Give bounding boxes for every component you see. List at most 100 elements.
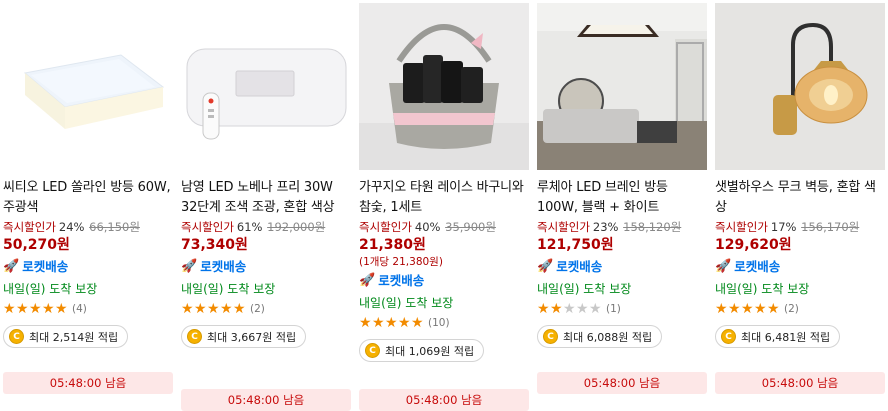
discount-label: 즉시할인가: [359, 220, 412, 234]
original-price: 158,120원: [623, 220, 682, 234]
discount-label: 즉시할인가: [181, 220, 234, 234]
star-icon: ★: [754, 301, 767, 317]
product-title[interactable]: 가꾸지오 타원 레이스 바구니와 참숯, 1세트: [359, 178, 529, 218]
star-icon: ★: [29, 301, 42, 317]
rocket-icon: 🚀: [3, 259, 20, 274]
discount-info: 즉시할인가 24% 66,150원: [3, 219, 173, 236]
wall-lamp-image[interactable]: [715, 3, 885, 170]
star-empty-icon: ★: [589, 301, 602, 317]
coin-icon: C: [543, 329, 558, 344]
product-title[interactable]: 샛별하우스 무크 벽등, 혼합 색상: [715, 178, 885, 218]
sale-price: 121,750원: [537, 237, 614, 253]
discount-info: 즉시할인가 40% 35,900원: [359, 219, 529, 236]
led-panel-remote-image[interactable]: [181, 3, 351, 170]
star-rating: ★ ★ ★ ★ ★ (4): [3, 301, 173, 317]
discount-rate: 17%: [770, 220, 797, 234]
delivery-guarantee: 내일(일) 도착 보장: [181, 282, 276, 296]
review-count: (1): [606, 303, 621, 315]
discount-label: 즉시할인가: [715, 220, 768, 234]
product-card[interactable]: 샛별하우스 무크 벽등, 혼합 색상 즉시할인가 17% 156,170원 129…: [715, 0, 885, 411]
discount-rate: 40%: [414, 220, 441, 234]
countdown-timer: 05:48:00 남음: [715, 372, 885, 394]
rocket-label: 로켓배송: [734, 259, 781, 274]
discount-rate: 24%: [58, 220, 85, 234]
star-icon: ★: [16, 301, 29, 317]
delivery-guarantee: 내일(일) 도착 보장: [537, 282, 632, 296]
star-icon: ★: [411, 315, 424, 331]
discount-rate: 61%: [236, 220, 263, 234]
star-icon: ★: [359, 315, 372, 331]
review-count: (10): [428, 317, 450, 329]
star-rating: ★ ★ ★ ★ ★ (2): [181, 301, 351, 317]
discount-info: 즉시할인가 17% 156,170원: [715, 219, 885, 236]
reward-text: 최대 6,481원 적립: [741, 330, 831, 344]
star-icon: ★: [728, 301, 741, 317]
reward-text: 최대 3,667원 적립: [207, 330, 297, 344]
coin-icon: C: [365, 343, 380, 358]
star-icon: ★: [741, 301, 754, 317]
charcoal-basket-image[interactable]: [359, 3, 529, 170]
product-title[interactable]: 씨티오 LED 쏠라인 방등 60W, 주광색: [3, 178, 173, 218]
discount-rate: 23%: [592, 220, 619, 234]
reward-text: 최대 2,514원 적립: [29, 330, 119, 344]
original-price: 66,150원: [89, 220, 140, 234]
product-card[interactable]: 남영 LED 노베나 프리 30W 32단계 조색 조광, 혼합 색상 즉시할인…: [181, 0, 351, 411]
ceiling-light-image[interactable]: [3, 3, 173, 170]
star-empty-icon: ★: [576, 301, 589, 317]
star-icon: ★: [715, 301, 728, 317]
star-icon: ★: [398, 315, 411, 331]
discount-info: 즉시할인가 23% 158,120원: [537, 219, 707, 236]
reward-text: 최대 6,088원 적립: [563, 330, 653, 344]
product-card[interactable]: 씨티오 LED 쏠라인 방등 60W, 주광색 즉시할인가 24% 66,150원…: [3, 0, 173, 411]
original-price: 156,170원: [801, 220, 860, 234]
reward-badge: C 최대 6,481원 적립: [715, 325, 841, 348]
star-icon: ★: [220, 301, 233, 317]
countdown-timer: 05:48:00 남음: [181, 389, 351, 411]
coin-icon: C: [721, 329, 736, 344]
rocket-label: 로켓배송: [22, 259, 69, 274]
countdown-timer: 05:48:00 남음: [359, 389, 529, 411]
sale-price: 73,340원: [181, 237, 248, 253]
discount-info: 즉시할인가 61% 192,000원: [181, 219, 351, 236]
sale-price: 50,270원: [3, 237, 70, 253]
star-icon: ★: [550, 301, 563, 317]
product-grid: 씨티오 LED 쏠라인 방등 60W, 주광색 즉시할인가 24% 66,150원…: [0, 0, 888, 411]
rocket-delivery-badge: 🚀 로켓배송: [359, 271, 529, 291]
star-icon: ★: [42, 301, 55, 317]
rocket-icon: 🚀: [359, 273, 376, 288]
star-icon: ★: [385, 315, 398, 331]
reward-badge: C 최대 6,088원 적립: [537, 325, 663, 348]
sale-price: 21,380원: [359, 237, 426, 253]
coin-icon: C: [187, 329, 202, 344]
star-icon: ★: [3, 301, 16, 317]
star-icon: ★: [194, 301, 207, 317]
countdown-timer: 05:48:00 남음: [537, 372, 707, 394]
coin-icon: C: [9, 329, 24, 344]
rocket-delivery-badge: 🚀 로켓배송: [3, 257, 173, 277]
delivery-guarantee: 내일(일) 도착 보장: [359, 296, 454, 310]
original-price: 35,900원: [445, 220, 496, 234]
sale-price: 129,620원: [715, 237, 792, 253]
review-count: (2): [250, 303, 265, 315]
product-title[interactable]: 루체아 LED 브레인 방등 100W, 블랙 + 화이트: [537, 178, 707, 218]
original-price: 192,000원: [267, 220, 326, 234]
product-card[interactable]: 가꾸지오 타원 레이스 바구니와 참숯, 1세트 즉시할인가 40% 35,900…: [359, 0, 529, 411]
rocket-delivery-badge: 🚀 로켓배송: [537, 257, 707, 277]
living-room-light-image[interactable]: [537, 3, 707, 170]
star-icon: ★: [537, 301, 550, 317]
product-card[interactable]: 루체아 LED 브레인 방등 100W, 블랙 + 화이트 즉시할인가 23% 1…: [537, 0, 707, 411]
unit-price: (1개당 21,380원): [359, 256, 443, 268]
reward-badge: C 최대 1,069원 적립: [359, 339, 485, 362]
reward-badge: C 최대 3,667원 적립: [181, 325, 307, 348]
rocket-label: 로켓배송: [378, 273, 425, 288]
star-rating: ★ ★ ★ ★ ★ (2): [715, 301, 885, 317]
reward-badge: C 최대 2,514원 적립: [3, 325, 129, 348]
star-icon: ★: [233, 301, 246, 317]
delivery-guarantee: 내일(일) 도착 보장: [715, 282, 810, 296]
star-rating: ★ ★ ★ ★ ★ (10): [359, 315, 529, 331]
product-title[interactable]: 남영 LED 노베나 프리 30W 32단계 조색 조광, 혼합 색상: [181, 178, 351, 218]
star-empty-icon: ★: [563, 301, 576, 317]
star-icon: ★: [181, 301, 194, 317]
delivery-guarantee: 내일(일) 도착 보장: [3, 282, 98, 296]
discount-label: 즉시할인가: [3, 220, 56, 234]
